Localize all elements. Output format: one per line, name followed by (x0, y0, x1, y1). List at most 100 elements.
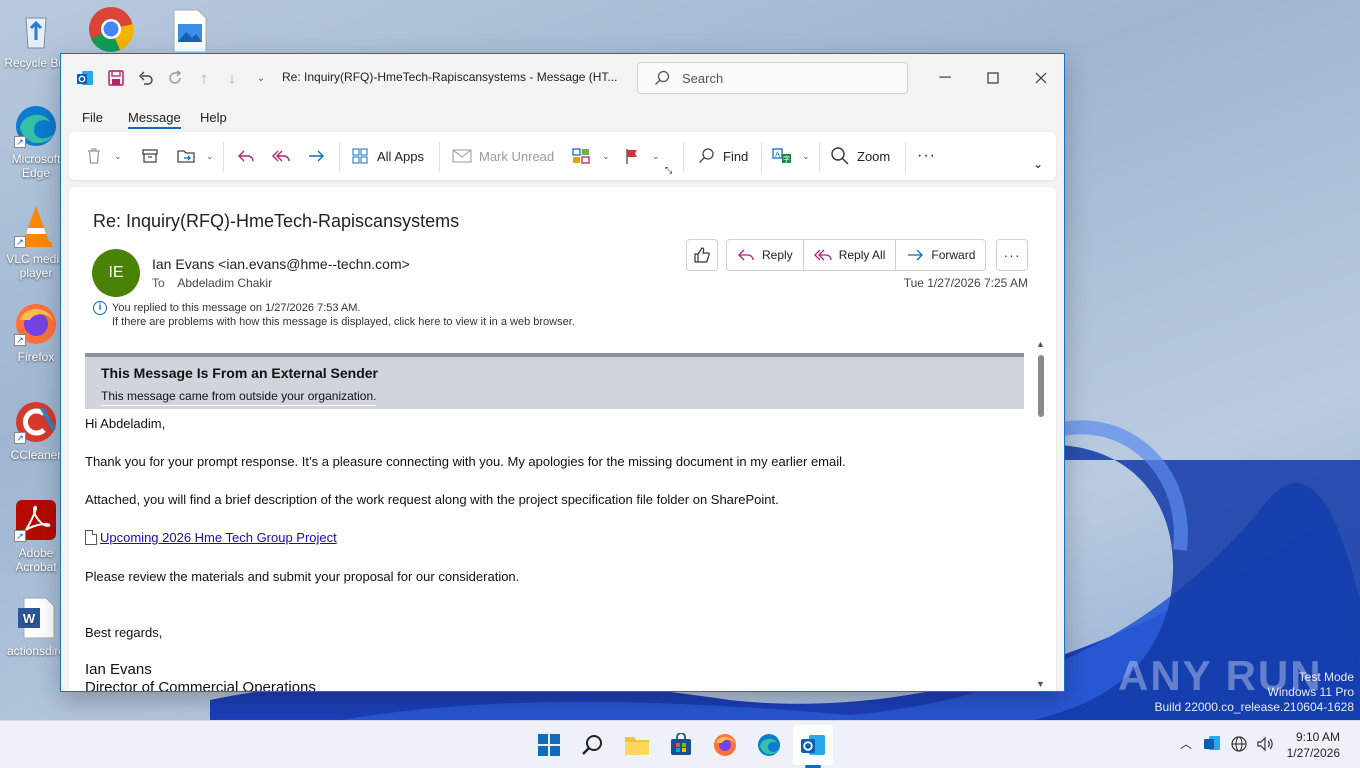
scroll-down-icon[interactable]: ▼ (1036, 679, 1045, 689)
firefox-icon (714, 734, 736, 756)
translate-button[interactable]: A字 ⌄ (771, 144, 810, 168)
next-item-icon[interactable]: ↓ (222, 68, 242, 88)
store-button[interactable] (666, 730, 696, 760)
like-button[interactable] (686, 239, 718, 271)
signature-name: Ian Evans (85, 661, 152, 678)
reply-all-icon (270, 145, 292, 167)
scroll-thumb[interactable] (1038, 355, 1044, 417)
reply-all-button[interactable]: Reply All (804, 240, 897, 270)
firefox-taskbar-button[interactable] (710, 730, 740, 760)
menu-help[interactable]: Help (200, 110, 227, 125)
more-actions-button[interactable]: ··· (996, 239, 1028, 271)
undo-icon[interactable] (136, 68, 156, 88)
forward-button[interactable]: Forward (896, 240, 985, 270)
ribbon-divider (223, 142, 224, 172)
reply-button[interactable]: Reply (727, 240, 804, 270)
minimize-button[interactable]: ─ (930, 66, 960, 90)
close-button[interactable] (1026, 66, 1056, 90)
archive-button[interactable] (139, 144, 167, 168)
customize-toolbar-icon[interactable]: ⌄ (251, 68, 271, 88)
redo-icon[interactable] (165, 68, 185, 88)
menu-bar: File Message Help (61, 106, 1064, 132)
taskbar-search-button[interactable] (578, 730, 608, 760)
flag-button[interactable]: ⌄ (621, 144, 660, 168)
document-icon (85, 530, 97, 545)
reply-all-label: Reply All (838, 248, 886, 262)
svg-text:字: 字 (783, 155, 790, 164)
sender-avatar[interactable]: IE (92, 249, 140, 297)
recipient-name[interactable]: Abdeladim Chakir (177, 276, 272, 290)
move-button[interactable]: ⌄ (175, 144, 214, 168)
to-label: To (152, 276, 165, 290)
dialog-launcher-icon[interactable]: ⤡ (665, 158, 672, 182)
flag-icon (621, 145, 643, 167)
desktop-icon-label: actionsdire (6, 644, 66, 658)
ribbon-reply-all-button[interactable] (270, 144, 298, 168)
edge-taskbar-button[interactable] (754, 730, 784, 760)
search-icon (582, 735, 602, 755)
save-icon[interactable] (106, 68, 126, 88)
zoom-label: Zoom (857, 148, 891, 164)
sender-address[interactable]: Ian Evans <ian.evans@hme--techn.com> (152, 256, 410, 272)
tray-overflow-chevron-icon[interactable]: ︿ (1180, 735, 1192, 752)
system-clock[interactable]: 9:10 AM 1/27/2026 (1287, 729, 1340, 761)
external-sender-banner: This Message Is From an External Sender … (85, 353, 1024, 409)
ribbon-divider (819, 142, 820, 172)
envelope-icon (451, 145, 473, 167)
message-scrollbar[interactable]: ▲ ▼ (1034, 337, 1048, 691)
outlook-taskbar-button[interactable] (798, 730, 828, 760)
maximize-button[interactable] (978, 66, 1008, 90)
ribbon-divider (905, 142, 906, 172)
desktop-icon-vlc[interactable]: ↗ VLC media player (4, 204, 68, 280)
chevron-down-icon: ⌄ (802, 150, 810, 161)
desktop-icon-firefox[interactable]: ↗ Firefox (4, 302, 68, 364)
desktop-icon-acrobat[interactable]: ↗ Adobe Acrobat (4, 498, 68, 574)
desktop-icon-column: Recycle Bin ↗ Microsoft Edge ↗ VLC media… (0, 0, 68, 720)
recipient-line: To Abdeladim Chakir (152, 276, 272, 290)
ribbon-divider (683, 142, 684, 172)
menu-file[interactable]: File (82, 110, 103, 125)
desktop-icon-ccleaner[interactable]: ↗ CCleaner (4, 400, 68, 462)
scroll-up-icon[interactable]: ▲ (1036, 339, 1045, 349)
zoom-button[interactable]: Zoom (829, 144, 890, 168)
desktop-icon-edge[interactable]: ↗ Microsoft Edge (4, 104, 68, 180)
ellipsis-icon: ··· (1003, 247, 1021, 263)
menu-message[interactable]: Message (128, 110, 181, 129)
find-button[interactable]: Find (695, 144, 748, 168)
search-input[interactable]: Search (637, 62, 908, 94)
external-banner-subtitle: This message came from outside your orga… (101, 389, 377, 406)
ribbon-divider (439, 142, 440, 172)
file-explorer-button[interactable] (622, 730, 652, 760)
categorize-button[interactable]: ⌄ (571, 144, 610, 168)
start-button[interactable] (534, 730, 564, 760)
find-icon (695, 145, 717, 167)
network-globe-icon[interactable] (1230, 735, 1248, 756)
tray-outlook-icon[interactable] (1203, 735, 1221, 754)
ribbon-divider (339, 142, 340, 172)
edge-icon: ↗ (14, 104, 58, 148)
ribbon-collapse-chevron-icon[interactable]: ⌄ (1033, 152, 1043, 176)
delete-button[interactable]: ⌄ (83, 144, 122, 168)
desktop-icon-word-doc[interactable]: W actionsdire (4, 596, 68, 658)
ribbon-forward-button[interactable] (305, 144, 333, 168)
more-options-button[interactable]: ··· (917, 144, 936, 168)
ribbon-reply-button[interactable] (235, 144, 263, 168)
chrome-icon[interactable] (86, 6, 136, 52)
greeting: Hi Abdeladim, (85, 416, 166, 431)
desktop-icon-label: Firefox (17, 350, 55, 364)
mark-unread-button[interactable]: Mark Unread (451, 144, 554, 168)
windows-watermark: Test Mode Windows 11 Pro Build 22000.co_… (1155, 670, 1355, 715)
desktop-icon-label: Recycle Bin (4, 56, 68, 70)
sharepoint-link[interactable]: Upcoming 2026 Hme Tech Group Project (100, 530, 337, 545)
reply-actions: Reply Reply All Forward (726, 239, 987, 271)
chevron-down-icon: ⌄ (206, 150, 214, 161)
volume-icon[interactable] (1256, 735, 1274, 756)
all-apps-button[interactable]: All Apps (349, 144, 424, 168)
image-file-icon[interactable] (166, 6, 216, 53)
info-bar[interactable]: i You replied to this message on 1/27/202… (93, 301, 575, 329)
desktop-icon-recycle-bin[interactable]: Recycle Bin (4, 8, 68, 70)
vlc-icon: ↗ (14, 204, 58, 248)
folder-icon (625, 737, 649, 755)
windows-logo-icon (538, 734, 560, 756)
previous-item-icon[interactable]: ↑ (194, 68, 214, 88)
